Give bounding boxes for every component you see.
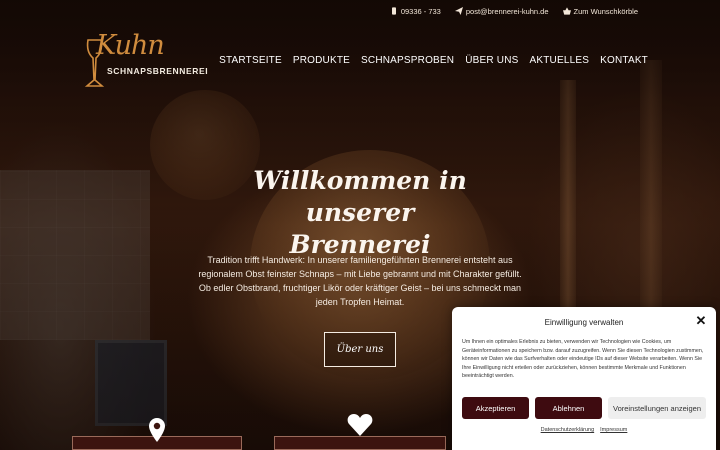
imprint-link[interactable]: Impressum: [600, 427, 627, 433]
heart-icon: [347, 414, 373, 436]
cookie-dialog-title: Einwilligung verwalten: [544, 318, 624, 327]
hero-description: Tradition trifft Handwerk: In unserer fa…: [198, 255, 522, 307]
email-address: post@brennerei-kuhn.de: [465, 6, 549, 16]
paper-plane-icon: [454, 7, 463, 15]
wishlist-link[interactable]: Zum Wunschkörble: [562, 6, 638, 16]
cookie-footer-links: Datenschutzerklärung Impressum: [452, 427, 716, 433]
brand-logo[interactable]: Kuhn SCHNAPSBRENNEREI: [80, 30, 220, 90]
phone-link[interactable]: 09336 - 733: [390, 7, 441, 16]
email-link[interactable]: post@brennerei-kuhn.de: [454, 6, 549, 16]
preferences-button[interactable]: Voreinstellungen anzeigen: [608, 397, 706, 419]
cookie-dialog-text: Um Ihnen ein optimales Erlebnis zu biete…: [462, 339, 704, 380]
close-icon[interactable]: ✕: [695, 314, 707, 327]
feature-card-favorites[interactable]: [274, 436, 446, 450]
hero-title: Willkommen in unserer Brennerei: [200, 165, 520, 261]
basket-icon: [562, 7, 571, 15]
wishlist-label: Zum Wunschkörble: [573, 6, 638, 16]
phone-icon: [391, 7, 396, 15]
top-contact-bar: 09336 - 733 post@brennerei-kuhn.de Zum W…: [390, 5, 638, 17]
privacy-policy-link[interactable]: Datenschutzerklärung: [541, 427, 595, 433]
nav-item-kontakt[interactable]: KONTAKT: [600, 55, 648, 66]
nav-item-schnapsproben[interactable]: SCHNAPSPROBEN: [361, 55, 454, 66]
hero-title-line-1: Willkommen in unserer: [253, 166, 467, 227]
about-us-button[interactable]: Über uns: [324, 332, 396, 367]
accept-button[interactable]: Akzeptieren: [462, 397, 529, 419]
nav-item-ueber-uns[interactable]: ÜBER UNS: [465, 55, 518, 66]
logo-script: Kuhn: [96, 30, 165, 61]
logo-subtitle: SCHNAPSBRENNEREI: [107, 66, 209, 76]
map-pin-icon: [149, 418, 165, 442]
nav-item-aktuelles[interactable]: AKTUELLES: [530, 55, 590, 66]
cookie-consent-dialog: Einwilligung verwalten ✕ Um Ihnen ein op…: [452, 307, 716, 450]
nav-item-produkte[interactable]: PRODUKTE: [293, 55, 350, 66]
decline-button[interactable]: Ablehnen: [535, 397, 602, 419]
phone-number: 09336 - 733: [400, 6, 441, 16]
nav-item-startseite[interactable]: STARTSEITE: [219, 55, 282, 66]
main-navigation: STARTSEITE PRODUKTE SCHNAPSPROBEN ÜBER U…: [219, 55, 648, 66]
